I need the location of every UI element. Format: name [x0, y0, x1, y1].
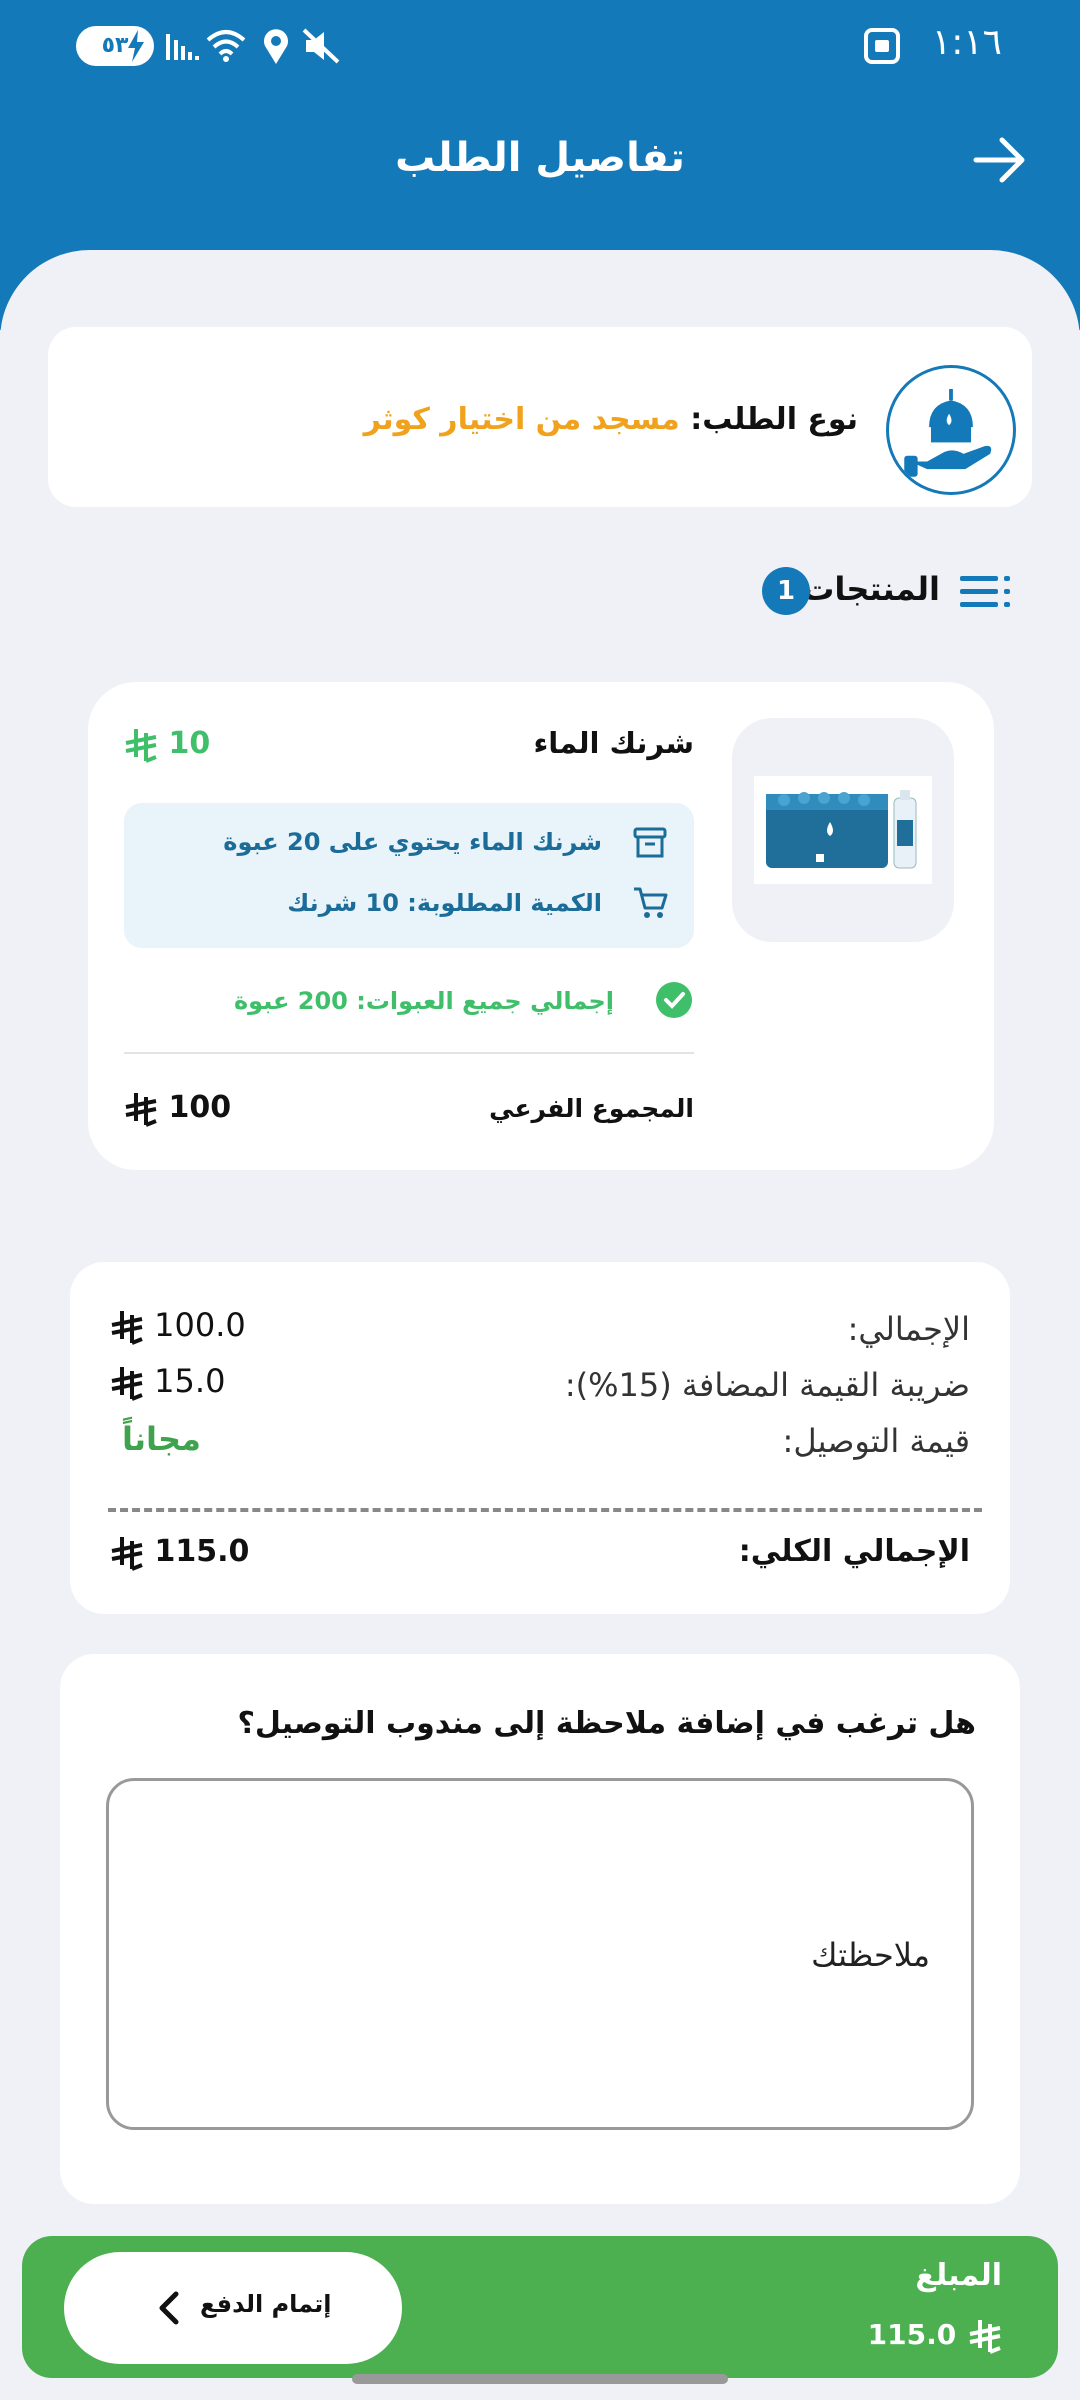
riyal-icon: [111, 1311, 143, 1345]
amount-number: 115.0: [867, 2318, 957, 2351]
riyal-icon: [125, 728, 157, 763]
complete-payment-label: إتمام الدفع: [200, 2290, 332, 2318]
product-price: 10: [122, 726, 210, 763]
box-icon: [633, 827, 667, 858]
total-value: 100.0: [108, 1306, 246, 1345]
order-type-label: نوع الطلب:: [690, 402, 858, 437]
list-icon: [960, 576, 1010, 607]
product-info-box: [124, 803, 694, 948]
product-divider: [124, 1052, 694, 1054]
location-icon: [264, 29, 288, 64]
riyal-icon: [125, 1092, 157, 1127]
products-count-badge: 1: [762, 567, 810, 615]
status-time: ١:١٦: [931, 22, 1002, 63]
page-title: تفاصيل الطلب: [395, 135, 685, 181]
chevron-left-icon: [159, 2291, 179, 2325]
grand-total-value: 115.0: [108, 1534, 249, 1571]
subtotal-label: المجموع الفرعي: [489, 1094, 694, 1123]
product-contains-text: شرنك الماء يحتوي على 20 عبوة: [223, 828, 602, 856]
summary-dashed-divider: [108, 1508, 982, 1512]
total-label: الإجمالي:: [847, 1310, 970, 1348]
subtotal-amount: 100: [168, 1090, 232, 1125]
mosque-hand-icon: [886, 365, 1016, 495]
grand-total-label: الإجمالي الكلي:: [738, 1534, 970, 1569]
mute-icon: [302, 28, 340, 64]
water-pack-image: [754, 776, 932, 884]
subtotal-value: 100: [122, 1090, 231, 1127]
vat-value: 15.0: [108, 1362, 225, 1401]
riyal-icon: [111, 1367, 143, 1401]
amount-value: 115.0: [868, 2318, 1002, 2354]
riyal-icon: [111, 1536, 143, 1571]
grand-total-amount: 115.0: [154, 1534, 250, 1569]
product-name: شرنك الماء: [533, 726, 694, 760]
total-amount: 100.0: [154, 1306, 246, 1344]
product-price-value: 10: [168, 726, 211, 761]
note-question: هل ترغب في إضافة ملاحظة إلى مندوب التوصي…: [237, 1706, 977, 1741]
vat-amount: 15.0: [154, 1362, 226, 1400]
screenshot-icon: [864, 28, 900, 64]
riyal-icon: [969, 2320, 1001, 2354]
total-packs-text: إجمالي جميع العبوات: 200 عبوة: [233, 987, 614, 1015]
arrow-right-icon[interactable]: [970, 130, 1030, 190]
amount-label: المبلغ: [915, 2258, 1002, 2293]
charging-icon: [128, 30, 144, 62]
order-type-text: نوع الطلب: مسجد من اختيار كوثر: [364, 402, 858, 437]
order-type-value: مسجد من اختيار كوثر: [363, 402, 680, 437]
delivery-label: قيمة التوصيل:: [782, 1422, 970, 1460]
cart-icon: [634, 887, 668, 918]
wifi-icon: [206, 30, 246, 62]
signal-icon: [166, 34, 199, 60]
product-quantity-text: الكمية المطلوبة: 10 شرنك: [287, 889, 602, 917]
home-indicator: [352, 2374, 728, 2384]
products-title: المنتجات: [802, 570, 940, 608]
status-bar: ١:١٦ ٥٣: [0, 0, 1080, 95]
check-circle-icon: [656, 982, 692, 1018]
vat-label: ضريبة القيمة المضافة (15%):: [564, 1366, 970, 1404]
delivery-value: مجاناً: [122, 1420, 201, 1458]
note-placeholder: ملاحظتك: [811, 1936, 930, 1974]
